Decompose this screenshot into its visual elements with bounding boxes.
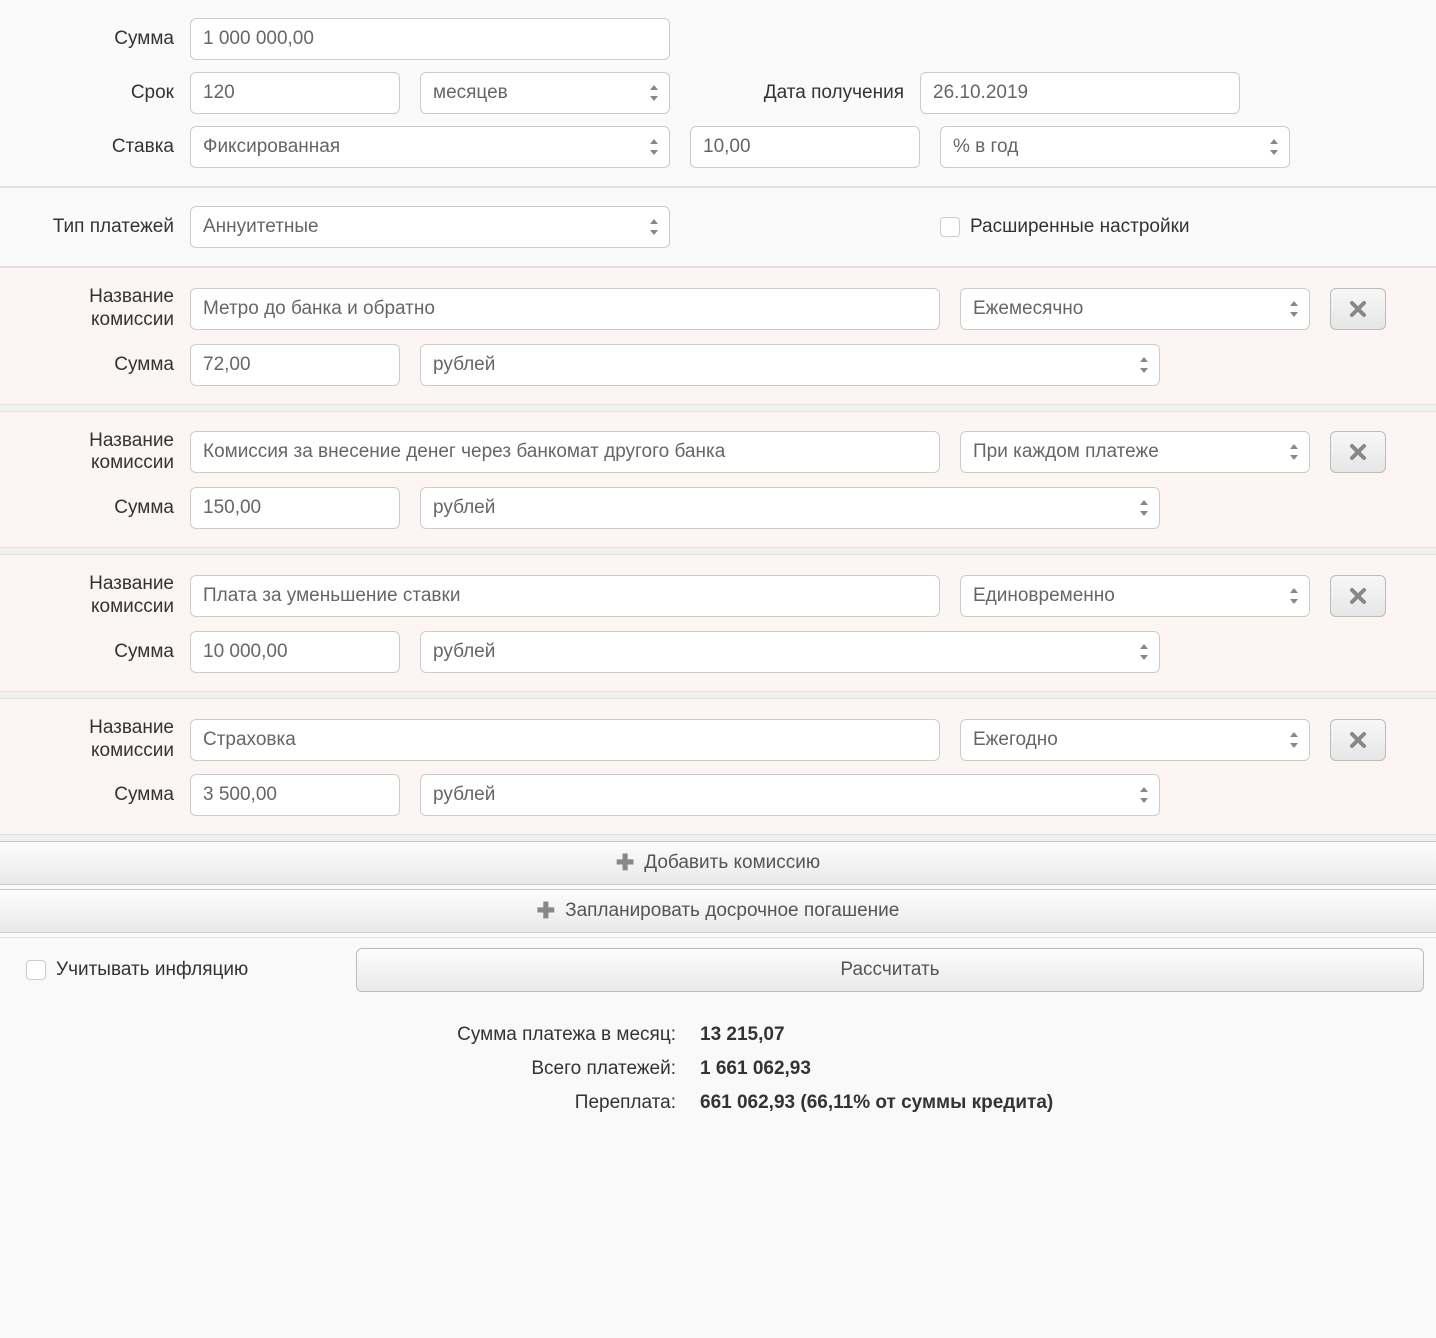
delete-commission-button[interactable] (1330, 288, 1386, 330)
date-label: Дата получения (670, 82, 920, 104)
commission-freq-select[interactable]: Ежемесячно (960, 288, 1310, 330)
advanced-label: Расширенные настройки (970, 216, 1190, 238)
commission-unit-select[interactable]: рублей (420, 344, 1160, 386)
advanced-checkbox[interactable] (940, 217, 960, 237)
chevron-updown-icon (1289, 732, 1299, 748)
close-icon (1349, 443, 1367, 461)
commission-freq-value: Единовременно (973, 585, 1115, 607)
commission-unit-select[interactable]: рублей (420, 631, 1160, 673)
commission-name-label: Названиекомиссии (0, 286, 190, 332)
commission-freq-select[interactable]: Единовременно (960, 575, 1310, 617)
commission-name-label: Названиекомиссии (0, 573, 190, 619)
commission-amount-label: Сумма (0, 784, 190, 806)
close-icon (1349, 300, 1367, 318)
inflation-checkbox[interactable] (26, 960, 46, 980)
commission-unit-value: рублей (433, 784, 495, 806)
commission-name-input[interactable] (190, 575, 940, 617)
commission-amount-label: Сумма (0, 641, 190, 663)
rate-unit-value: % в год (953, 136, 1018, 158)
close-icon (1349, 587, 1367, 605)
plan-early-label: Запланировать досрочное погашение (565, 900, 899, 922)
chevron-updown-icon (1139, 500, 1149, 516)
plus-icon: ✚ (537, 898, 555, 924)
commission-freq-value: При каждом платеже (973, 441, 1159, 463)
close-icon (1349, 731, 1367, 749)
add-commission-button[interactable]: ✚ Добавить комиссию (0, 841, 1436, 885)
commission-unit-value: рублей (433, 354, 495, 376)
plus-icon: ✚ (616, 850, 634, 876)
commission-amount-label: Сумма (0, 497, 190, 519)
commission-unit-select[interactable]: рублей (420, 487, 1160, 529)
calculate-label: Рассчитать (840, 959, 939, 981)
payment-type-value: Аннуитетные (203, 216, 319, 238)
delete-commission-button[interactable] (1330, 575, 1386, 617)
calculate-button[interactable]: Рассчитать (356, 948, 1424, 992)
chevron-updown-icon (1139, 644, 1149, 660)
chevron-updown-icon (1139, 357, 1149, 373)
monthly-payment-value: 13 215,07 (700, 1024, 785, 1046)
term-label: Срок (0, 82, 190, 104)
total-payments-value: 1 661 062,93 (700, 1058, 811, 1080)
overpayment-label: Переплата: (0, 1092, 700, 1114)
total-payments-label: Всего платежей: (0, 1058, 700, 1080)
commission-amount-input[interactable] (190, 631, 400, 673)
commission-freq-value: Ежегодно (973, 729, 1058, 751)
chevron-updown-icon (1269, 139, 1279, 155)
commission-name-label: Названиекомиссии (0, 717, 190, 763)
plan-early-button[interactable]: ✚ Запланировать досрочное погашение (0, 889, 1436, 933)
chevron-updown-icon (649, 219, 659, 235)
commission-freq-select[interactable]: Ежегодно (960, 719, 1310, 761)
overpayment-value: 661 062,93 (66,11% от суммы кредита) (700, 1092, 1053, 1114)
rate-type-value: Фиксированная (203, 136, 340, 158)
commission-freq-value: Ежемесячно (973, 298, 1083, 320)
delete-commission-button[interactable] (1330, 719, 1386, 761)
commission-name-label: Названиекомиссии (0, 430, 190, 476)
commission-unit-value: рублей (433, 497, 495, 519)
payment-type-label: Тип платежей (0, 216, 190, 238)
rate-unit-select[interactable]: % в год (940, 126, 1290, 168)
commission-amount-label: Сумма (0, 354, 190, 376)
term-unit-value: месяцев (433, 82, 508, 104)
monthly-payment-label: Сумма платежа в месяц: (0, 1024, 700, 1046)
inflation-label: Учитывать инфляцию (56, 959, 356, 981)
date-input[interactable] (920, 72, 1240, 114)
chevron-updown-icon (649, 139, 659, 155)
commission-name-input[interactable] (190, 288, 940, 330)
chevron-updown-icon (1289, 588, 1299, 604)
commission-unit-select[interactable]: рублей (420, 774, 1160, 816)
commission-amount-input[interactable] (190, 487, 400, 529)
amount-label: Сумма (0, 28, 190, 50)
chevron-updown-icon (1139, 787, 1149, 803)
amount-input[interactable] (190, 18, 670, 60)
rate-value-input[interactable] (690, 126, 920, 168)
commission-name-input[interactable] (190, 431, 940, 473)
chevron-updown-icon (649, 85, 659, 101)
commission-unit-value: рублей (433, 641, 495, 663)
chevron-updown-icon (1289, 301, 1299, 317)
term-unit-select[interactable]: месяцев (420, 72, 670, 114)
chevron-updown-icon (1289, 444, 1299, 460)
commission-amount-input[interactable] (190, 774, 400, 816)
add-commission-label: Добавить комиссию (644, 852, 820, 874)
commission-amount-input[interactable] (190, 344, 400, 386)
payment-type-select[interactable]: Аннуитетные (190, 206, 670, 248)
delete-commission-button[interactable] (1330, 431, 1386, 473)
rate-type-select[interactable]: Фиксированная (190, 126, 670, 168)
term-input[interactable] (190, 72, 400, 114)
commission-freq-select[interactable]: При каждом платеже (960, 431, 1310, 473)
rate-label: Ставка (0, 136, 190, 158)
commission-name-input[interactable] (190, 719, 940, 761)
